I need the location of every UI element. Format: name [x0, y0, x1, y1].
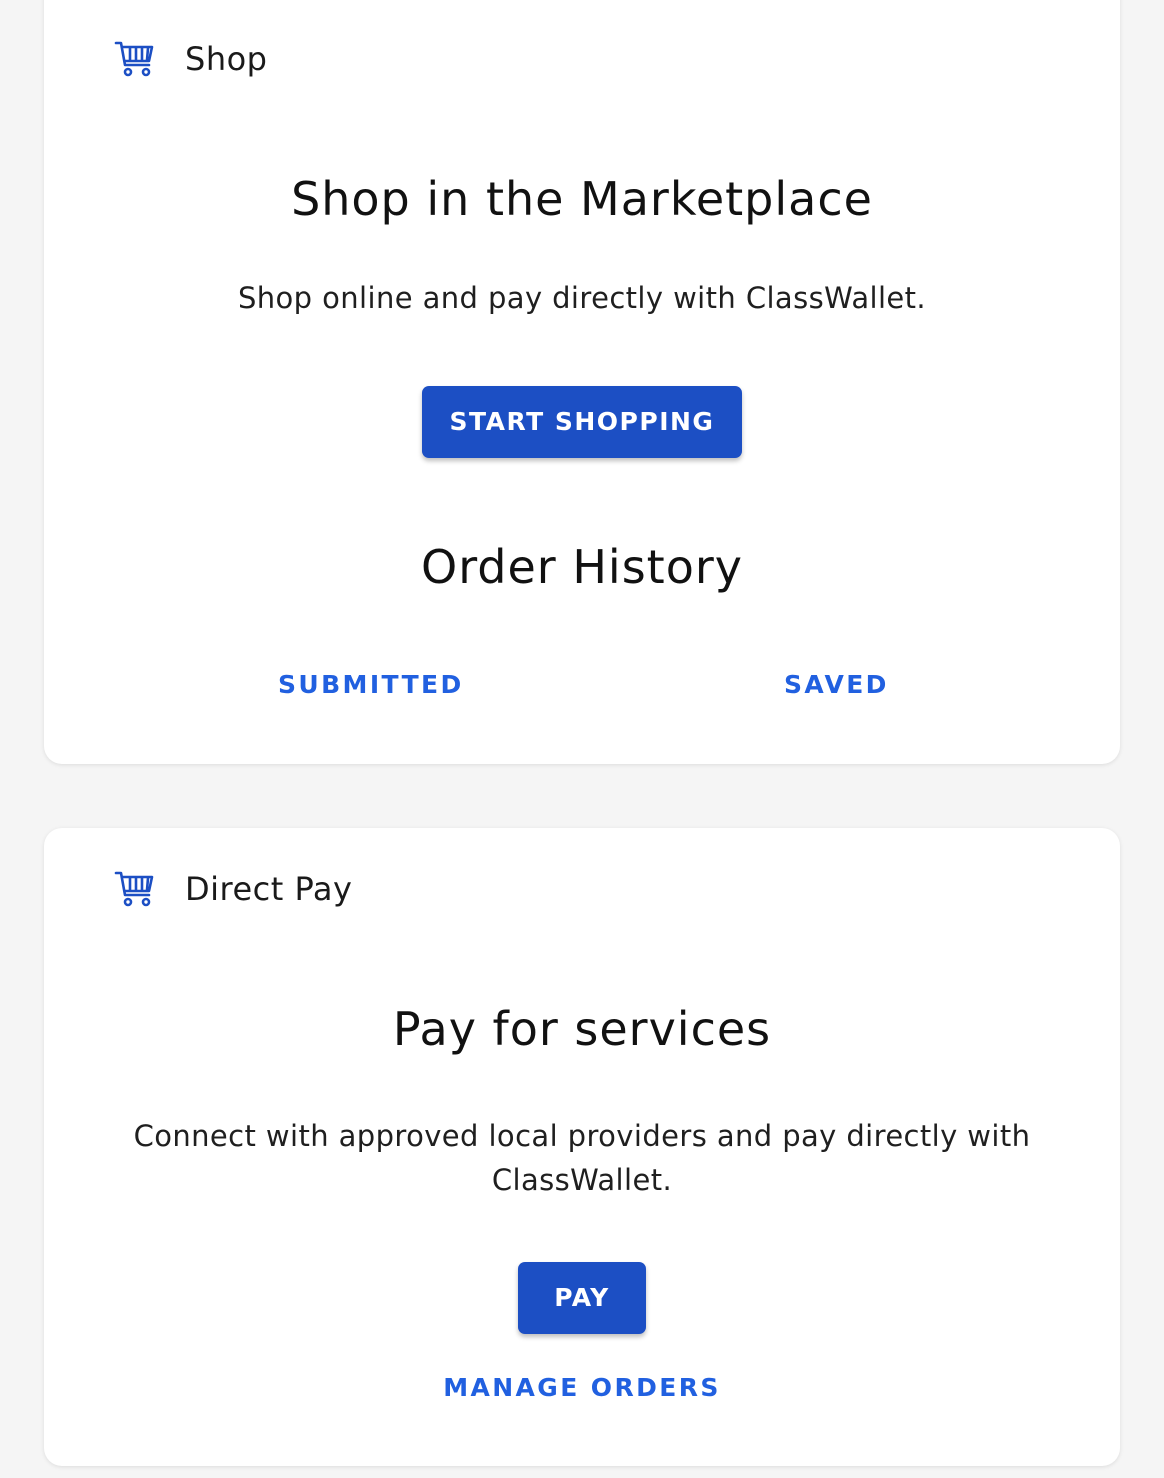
manage-orders-wrap: MANAGE ORDERS: [44, 1373, 1120, 1402]
start-shopping-button[interactable]: START SHOPPING: [422, 386, 742, 458]
direct-pay-heading: Pay for services: [392, 1002, 772, 1056]
shop-card-header: Shop: [114, 38, 267, 80]
pay-button-wrap: PAY: [44, 1262, 1120, 1334]
direct-pay-card-header: Direct Pay: [114, 868, 352, 910]
shop-description-wrap: Shop online and pay directly with ClassW…: [44, 276, 1120, 320]
direct-pay-description-wrap: Connect with approved local providers an…: [104, 1114, 1060, 1202]
order-history-heading: Order History: [421, 540, 743, 594]
order-history-wrap: Order History: [44, 540, 1120, 594]
shop-description: Shop online and pay directly with ClassW…: [237, 281, 927, 315]
submitted-orders-link[interactable]: SUBMITTED: [278, 670, 464, 699]
cart-icon: [114, 38, 156, 80]
shop-heading-wrap: Shop in the Marketplace: [44, 172, 1120, 226]
pay-button[interactable]: PAY: [518, 1262, 646, 1334]
direct-pay-card-title: Direct Pay: [185, 870, 353, 908]
direct-pay-description: Connect with approved local providers an…: [133, 1119, 1031, 1197]
direct-pay-heading-wrap: Pay for services: [44, 1002, 1120, 1056]
cart-icon: [114, 868, 156, 910]
start-shopping-wrap: START SHOPPING: [44, 386, 1120, 458]
direct-pay-card: Direct Pay Pay for services Connect with…: [44, 828, 1120, 1466]
shop-heading: Shop in the Marketplace: [291, 172, 873, 226]
manage-orders-link[interactable]: MANAGE ORDERS: [443, 1373, 721, 1402]
saved-orders-link[interactable]: SAVED: [784, 670, 889, 699]
shop-card-title: Shop: [185, 40, 268, 78]
shop-card: Shop Shop in the Marketplace Shop online…: [44, 0, 1120, 764]
